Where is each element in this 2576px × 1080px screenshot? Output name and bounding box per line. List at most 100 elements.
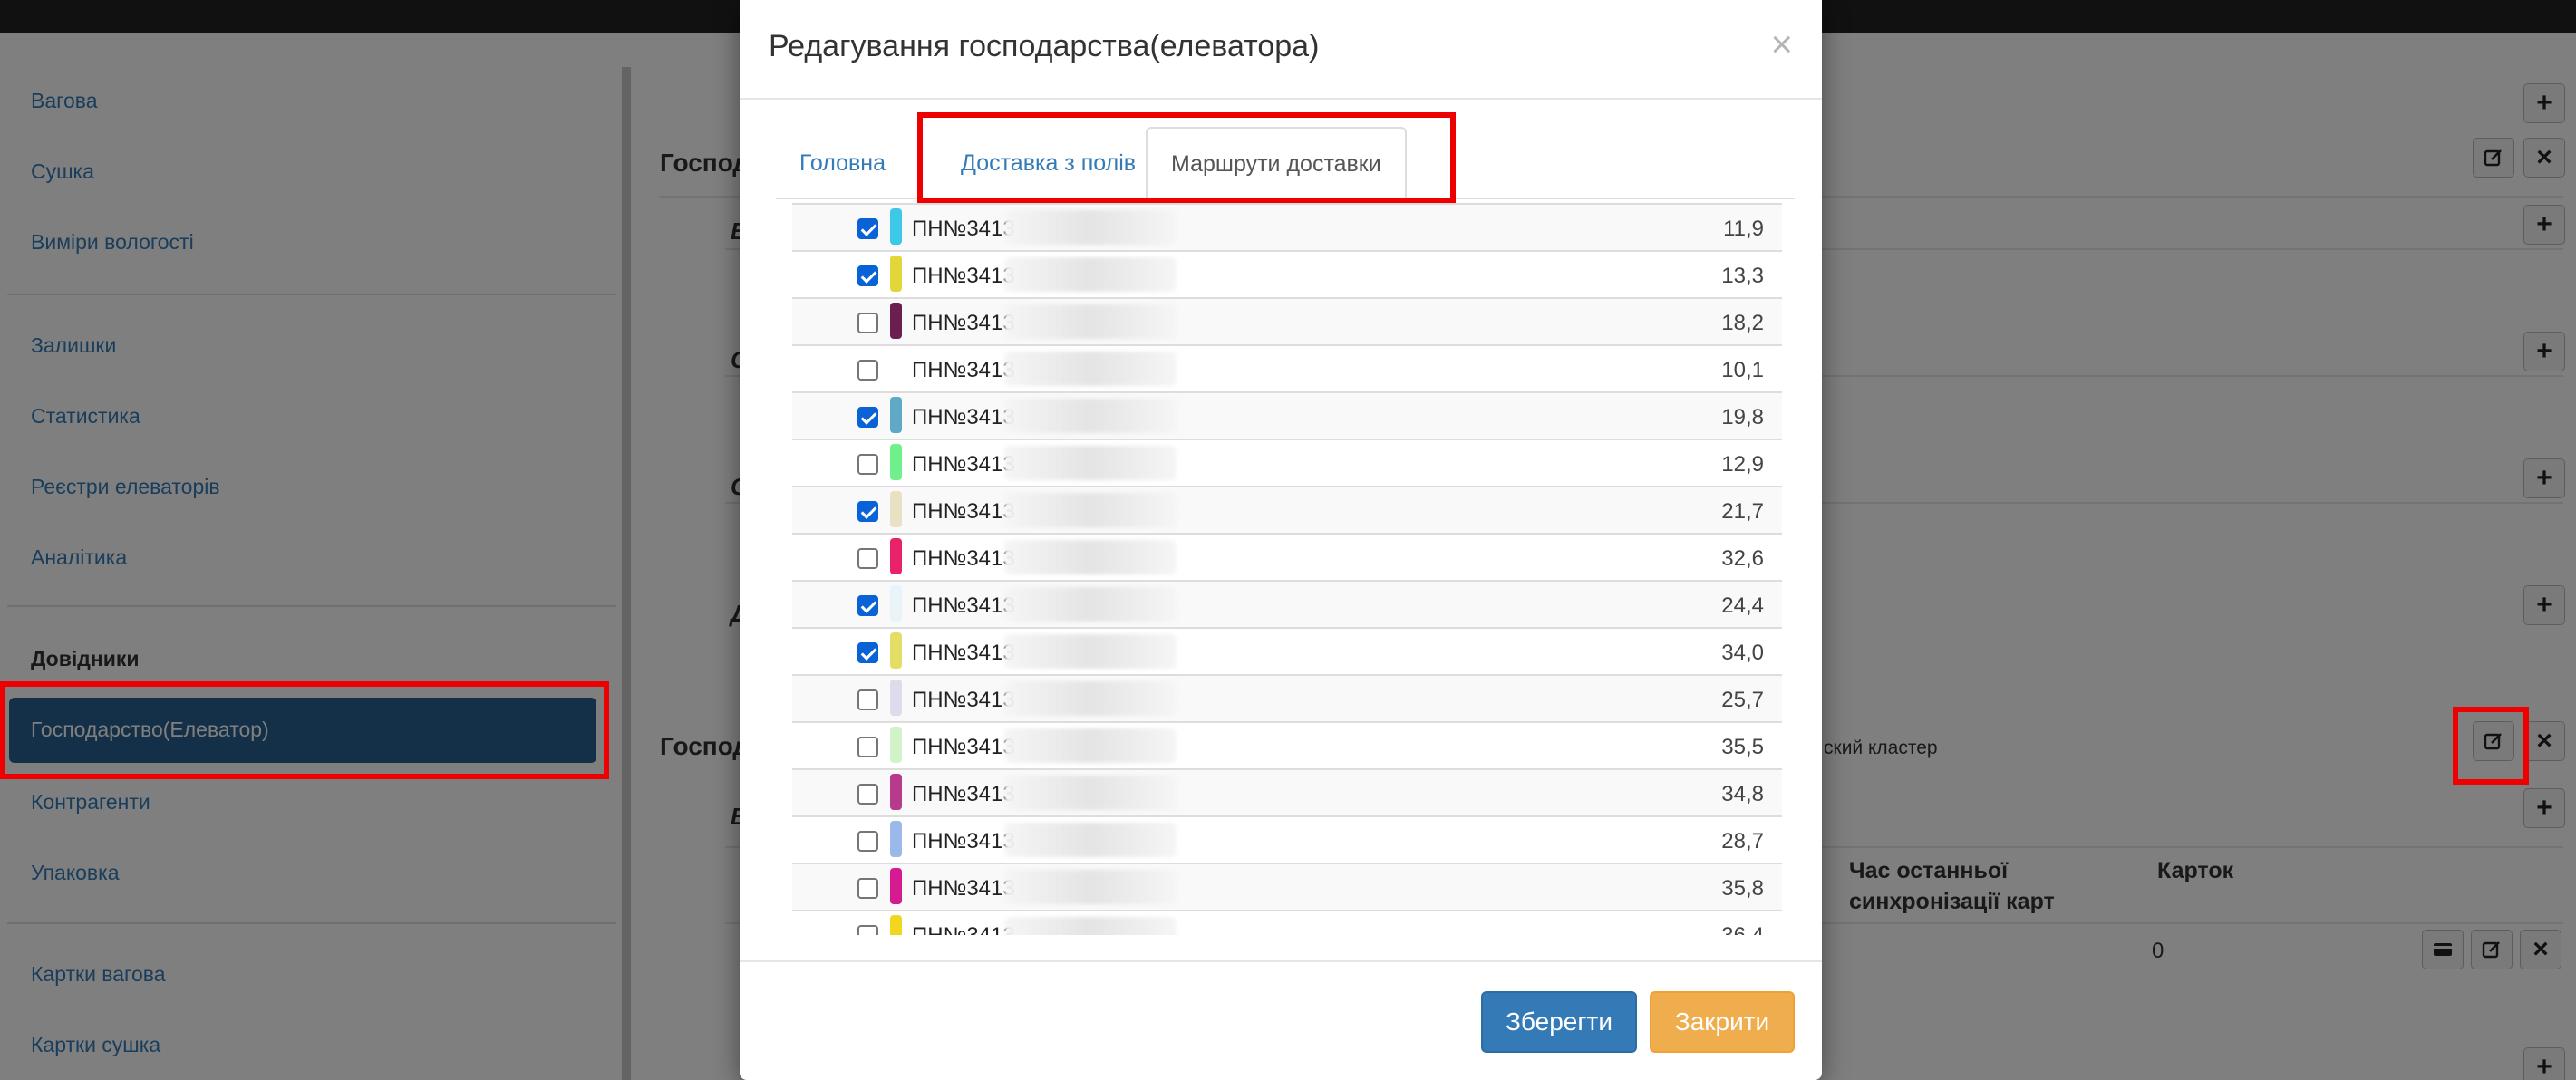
route-distance: 10,1 xyxy=(1721,358,1764,382)
route-color-swatch xyxy=(890,350,902,386)
route-checkbox[interactable] xyxy=(857,454,878,475)
route-name: ПН№3413 xyxy=(912,546,1015,571)
route-color-swatch xyxy=(890,821,902,857)
route-distance: 34,8 xyxy=(1721,782,1764,806)
route-checkbox[interactable] xyxy=(857,313,878,333)
route-distance: 13,3 xyxy=(1721,264,1764,288)
route-color-swatch xyxy=(890,491,902,527)
modal-title: Редагування господарства(елеватора) xyxy=(769,29,1320,63)
route-checkbox[interactable] xyxy=(857,925,878,935)
table-row: ПН№3413 18,2 xyxy=(792,297,1782,344)
redacted-text xyxy=(1004,823,1177,857)
route-distance: 35,8 xyxy=(1721,876,1764,901)
save-button[interactable]: Зберегти xyxy=(1481,991,1637,1053)
redacted-text xyxy=(1004,399,1177,433)
redacted-text xyxy=(1004,210,1177,245)
table-row: ПН№3413 19,8 xyxy=(792,391,1782,439)
redacted-text xyxy=(1004,870,1177,904)
modal-close-button[interactable]: × xyxy=(1770,25,1793,63)
route-checkbox[interactable] xyxy=(857,407,878,428)
table-row: ПН№3413 36,4 xyxy=(792,910,1782,935)
route-name: ПН№3413 xyxy=(912,876,1015,901)
redacted-text xyxy=(1004,634,1177,669)
routes-table: ПН№3413 11,9 ПН№3413 13,3 ПН№3413 18,2 ПН№3413… xyxy=(776,199,1798,935)
route-name: ПН№3413 xyxy=(912,311,1015,335)
route-color-swatch xyxy=(890,397,902,433)
route-distance: 18,2 xyxy=(1721,311,1764,335)
route-color-swatch xyxy=(890,538,902,574)
route-checkbox[interactable] xyxy=(857,784,878,805)
route-name: ПН№3413 xyxy=(912,358,1015,382)
route-distance: 12,9 xyxy=(1721,452,1764,477)
route-color-swatch xyxy=(890,632,902,669)
route-checkbox[interactable] xyxy=(857,737,878,757)
table-row: ПН№3413 35,8 xyxy=(792,863,1782,910)
redacted-text xyxy=(1004,257,1177,292)
route-color-swatch xyxy=(890,727,902,763)
route-distance: 36,4 xyxy=(1721,923,1764,935)
route-distance: 28,7 xyxy=(1721,829,1764,853)
redacted-text xyxy=(1004,304,1177,339)
route-distance: 35,5 xyxy=(1721,735,1764,759)
table-row: ПН№3413 10,1 xyxy=(792,344,1782,391)
annotation-box-tabs xyxy=(917,112,1456,203)
tab-main[interactable]: Головна xyxy=(776,127,909,199)
route-distance: 34,0 xyxy=(1721,641,1764,665)
annotation-box-sidebar xyxy=(0,681,609,779)
route-name: ПН№3413 xyxy=(912,593,1015,618)
modal-footer: Зберегти Закрити xyxy=(740,960,1822,1080)
redacted-text xyxy=(1004,540,1177,574)
table-row: ПН№3413 34,0 xyxy=(792,627,1782,674)
route-checkbox[interactable] xyxy=(857,689,878,710)
redacted-text xyxy=(1004,446,1177,480)
route-distance: 25,7 xyxy=(1721,688,1764,712)
route-checkbox[interactable] xyxy=(857,642,878,663)
route-checkbox[interactable] xyxy=(857,265,878,286)
close-button[interactable]: Закрити xyxy=(1650,991,1795,1053)
route-name: ПН№3413 xyxy=(912,782,1015,806)
route-color-swatch xyxy=(890,774,902,810)
route-checkbox[interactable] xyxy=(857,360,878,381)
route-color-swatch xyxy=(890,680,902,716)
route-distance: 19,8 xyxy=(1721,405,1764,429)
annotation-box-edit xyxy=(2453,707,2529,785)
route-checkbox[interactable] xyxy=(857,501,878,522)
route-name: ПН№3413 xyxy=(912,452,1015,477)
route-checkbox[interactable] xyxy=(857,878,878,899)
route-checkbox[interactable] xyxy=(857,595,878,616)
route-color-swatch xyxy=(890,256,902,292)
route-color-swatch xyxy=(890,208,902,245)
route-checkbox[interactable] xyxy=(857,548,878,569)
route-name: ПН№3413 xyxy=(912,688,1015,712)
route-distance: 32,6 xyxy=(1721,546,1764,571)
route-checkbox[interactable] xyxy=(857,218,878,239)
table-row: ПН№3413 35,5 xyxy=(792,721,1782,768)
table-row: ПН№3413 12,9 xyxy=(792,439,1782,486)
route-color-swatch xyxy=(890,444,902,480)
modal-header: Редагування господарства(елеватора) × xyxy=(740,0,1822,100)
table-row: ПН№3413 11,9 xyxy=(792,203,1782,250)
route-name: ПН№3413 xyxy=(912,641,1015,665)
route-distance: 21,7 xyxy=(1721,499,1764,524)
route-name: ПН№3413 xyxy=(912,405,1015,429)
table-row: ПН№3413 21,7 xyxy=(792,486,1782,533)
route-name: ПН№3413 xyxy=(912,829,1015,853)
table-row: ПН№3413 13,3 xyxy=(792,250,1782,297)
route-name: ПН№3413 xyxy=(912,499,1015,524)
redacted-text xyxy=(1004,776,1177,810)
redacted-text xyxy=(1004,493,1177,527)
route-name: ПН№3413 xyxy=(912,264,1015,288)
table-row: ПН№3413 34,8 xyxy=(792,768,1782,815)
redacted-text xyxy=(1004,681,1177,716)
route-color-swatch xyxy=(890,585,902,622)
route-color-swatch xyxy=(890,915,902,935)
route-color-swatch xyxy=(890,303,902,339)
redacted-text xyxy=(1004,728,1177,763)
redacted-text xyxy=(1004,917,1177,935)
route-checkbox[interactable] xyxy=(857,831,878,852)
route-distance: 11,9 xyxy=(1723,217,1764,241)
table-row: ПН№3413 25,7 xyxy=(792,674,1782,721)
route-distance: 24,4 xyxy=(1721,593,1764,618)
route-name: ПН№3413 xyxy=(912,217,1015,241)
route-color-swatch xyxy=(890,868,902,904)
